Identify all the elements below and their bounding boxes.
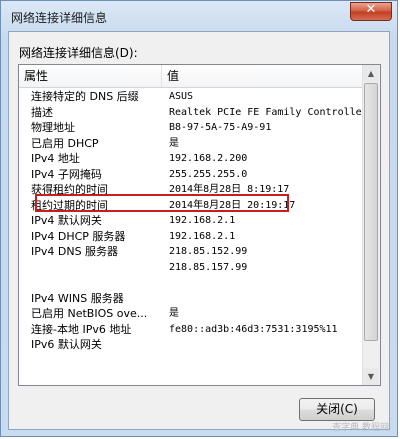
row-property: IPv4 地址 — [31, 152, 80, 165]
row-property: 已启用 DHCP — [31, 136, 99, 150]
row-value: 218.85.152.99 — [169, 246, 248, 257]
section-label: 网络连接详细信息(D): — [19, 46, 138, 60]
dialog-body: 网络连接详细信息(D): 属性 值 连接特定的 DNS 后缀 ASUS 描述 Rea… — [8, 31, 390, 430]
list-row[interactable] — [19, 275, 363, 291]
row-value: Realtek PCIe FE Family Controller — [169, 106, 365, 118]
list-header: 属性 值 — [19, 65, 363, 88]
close-button[interactable]: 关闭(C) — [299, 398, 375, 421]
row-value: ASUS — [169, 91, 194, 102]
list-row[interactable]: 连接特定的 DNS 后缀 ASUS — [19, 89, 363, 105]
vertical-scrollbar[interactable]: ▲ ▼ — [362, 65, 380, 385]
list-rows: 连接特定的 DNS 后缀 ASUS 描述 Realtek PCIe FE Famil… — [19, 89, 365, 385]
row-property: IPv4 DNS 服务器 — [31, 245, 119, 258]
close-icon: ✕ — [365, 2, 377, 17]
list-row[interactable]: 218.85.157.99 — [19, 260, 363, 276]
row-property: 已启用 NetBIOS ove... — [31, 307, 148, 320]
row-property: IPv4 WINS 服务器 — [31, 291, 124, 305]
list-row[interactable]: 已启用 DHCP 是 — [19, 136, 363, 152]
row-value: 192.168.2.1 — [169, 230, 236, 242]
list-row[interactable]: IPv6 默认网关 — [19, 337, 363, 353]
row-value: 255.255.255.0 — [169, 168, 248, 180]
list-row[interactable]: IPv4 DHCP 服务器 192.168.2.1 — [19, 229, 363, 245]
window-title: 网络连接详细信息 — [11, 11, 108, 25]
list-row[interactable]: 物理地址 B8-97-5A-75-A9-91 — [19, 120, 363, 136]
row-value: 218.85.157.99 — [169, 261, 248, 273]
row-property: 连接特定的 DNS 后缀 — [31, 90, 139, 103]
row-property: IPv4 DHCP 服务器 — [31, 229, 126, 243]
list-row[interactable]: 连接-本地 IPv6 地址 fe80::ad3b:46d3:7531:3195%1… — [19, 322, 363, 338]
row-property: 连接-本地 IPv6 地址 — [31, 322, 132, 336]
row-value: 是 — [169, 308, 179, 319]
row-property: IPv6 默认网关 — [31, 338, 102, 351]
details-list[interactable]: 属性 值 连接特定的 DNS 后缀 ASUS 描述 Realtek PCIe FE … — [18, 64, 381, 386]
list-row[interactable]: IPv4 WINS 服务器 — [19, 291, 363, 307]
row-property: 描述 — [31, 105, 53, 119]
row-property: IPv4 子网掩码 — [31, 167, 102, 181]
list-row[interactable]: IPv4 子网掩码 255.255.255.0 — [19, 167, 363, 183]
column-header-value[interactable]: 值 — [162, 65, 365, 87]
row-value: 是 — [169, 137, 179, 149]
row-value: 192.168.2.200 — [169, 153, 248, 164]
row-value: 192.168.2.1 — [169, 215, 236, 226]
column-header-property[interactable]: 属性 — [19, 65, 162, 87]
row-property: IPv4 默认网关 — [31, 214, 102, 227]
list-row[interactable]: 已启用 NetBIOS ove... 是 — [19, 306, 363, 322]
window-close-button[interactable]: ✕ — [350, 2, 392, 21]
row-value: fe80::ad3b:46d3:7531:3195%11 — [169, 323, 338, 335]
row-value: B8-97-5A-75-A9-91 — [169, 122, 272, 133]
scroll-up-arrow-icon[interactable]: ▲ — [363, 65, 379, 82]
scroll-down-arrow-icon[interactable]: ▼ — [363, 368, 379, 385]
ipv4-address-highlight — [35, 194, 289, 212]
list-row[interactable]: IPv4 默认网关 192.168.2.1 — [19, 213, 363, 229]
details-dialog: 网络连接详细信息 ✕ 网络连接详细信息(D): 属性 值 连接特定的 DNS 后… — [0, 0, 398, 437]
list-row[interactable]: IPv4 DNS 服务器 218.85.152.99 — [19, 244, 363, 260]
list-row[interactable]: 描述 Realtek PCIe FE Family Controller — [19, 105, 365, 121]
list-row[interactable]: IPv4 地址 192.168.2.200 — [19, 151, 363, 167]
scroll-thumb[interactable] — [364, 83, 378, 341]
row-property: 物理地址 — [31, 121, 75, 134]
watermark: 查字典 教程网 — [332, 423, 389, 433]
title-bar[interactable]: 网络连接详细信息 ✕ — [1, 1, 397, 31]
